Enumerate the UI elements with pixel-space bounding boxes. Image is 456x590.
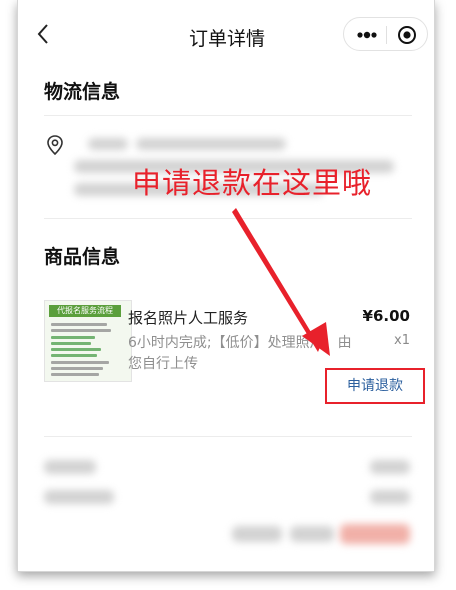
close-button[interactable] (392, 24, 422, 46)
summary-label-blurred (44, 460, 96, 474)
thumbnail-text-line (51, 323, 107, 326)
section-divider (44, 218, 412, 219)
nav-bar: 订单详情 (18, 0, 434, 68)
thumbnail-text-line (51, 361, 109, 364)
product-quantity: x1 (394, 333, 410, 348)
total-label-blurred (290, 526, 334, 542)
location-pin-icon (44, 134, 66, 156)
mini-program-capsule (343, 17, 428, 51)
section-divider (44, 115, 412, 116)
summary-label-blurred (44, 490, 114, 504)
target-circle-icon (398, 26, 416, 44)
logistics-section-title: 物流信息 (44, 81, 121, 103)
summary-value-blurred (370, 490, 410, 504)
thumbnail-text-line (51, 367, 103, 370)
thumbnail-text-line (51, 336, 95, 339)
thumbnail-text-line (51, 329, 111, 332)
product-name[interactable]: 报名照片人工服务 (128, 307, 248, 328)
thumbnail-title: 代报名服务流程 (49, 305, 121, 317)
capsule-divider (386, 26, 387, 44)
thumbnail-text-line (51, 348, 101, 351)
summary-value-blurred (370, 460, 410, 474)
thumbnail-text-line (51, 354, 97, 357)
product-price: ¥6.00 (362, 307, 410, 325)
total-amount-blurred (340, 524, 410, 544)
refund-highlight-box: 申请退款 (325, 368, 425, 404)
phone-screen: 订单详情 物流信息 商品信息 代报名服务流程 报名照片人工服务 6小时内完成;【… (17, 0, 435, 572)
product-thumbnail[interactable]: 代报名服务流程 (44, 300, 132, 382)
section-divider (44, 436, 412, 437)
product-description: 6小时内完成;【低价】处理照片，由您自行上传 (128, 335, 352, 372)
annotation-text: 申请退款在这里哦 (132, 166, 373, 200)
more-button[interactable] (352, 24, 382, 46)
thumbnail-text-line (51, 342, 91, 345)
more-dots-icon (357, 31, 377, 39)
thumbnail-text-line (51, 373, 99, 376)
goods-section-title: 商品信息 (44, 246, 121, 268)
address-recipient-blurred (88, 138, 128, 150)
refund-button[interactable]: 申请退款 (331, 375, 419, 397)
total-label-blurred (232, 526, 282, 542)
address-phone-blurred (136, 138, 286, 150)
